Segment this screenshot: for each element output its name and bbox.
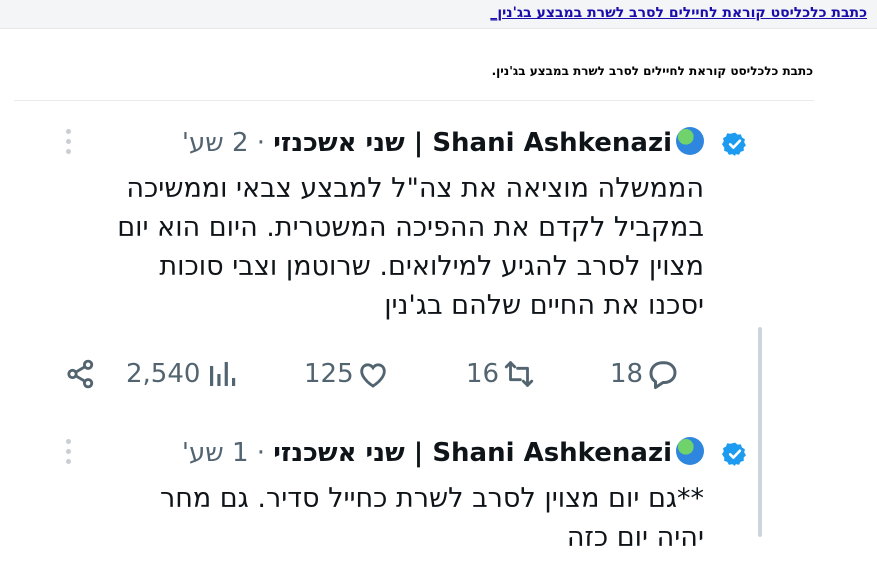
retweet-button[interactable]: 16 (466, 354, 537, 394)
reply-button[interactable]: 18 (610, 354, 681, 394)
verified-badge-icon (722, 442, 746, 466)
author-name[interactable]: Shani Ashkenazi | שני אשכנזי (273, 128, 672, 158)
like-icon (359, 363, 386, 388)
scrollbar[interactable] (758, 327, 762, 537)
views-button[interactable]: 2,540 (126, 354, 238, 394)
views-count: 2,540 (126, 359, 201, 389)
replies-count: 18 (610, 359, 644, 389)
tweet-line: יהיה יום כזה (566, 522, 704, 553)
tweet-line: במקביל לקדם את ההפיכה המשטרית. היום הוא … (117, 212, 704, 243)
tweet-line: **גם יום מצוין לסרב לשרת כחייל סדיר. גם … (159, 483, 704, 514)
globe-emoji-icon (676, 437, 704, 465)
views-icon (210, 362, 236, 386)
tweet-line: יסכנו את החיים שלהם בג'נין (384, 290, 704, 321)
tweet-author-line: Shani Ashkenazi | שני אשכנזי · 1 שע' (182, 435, 704, 471)
retweet-icon (504, 361, 534, 387)
tweet-time[interactable]: 1 שע' (182, 438, 249, 468)
separator-dot: · (256, 438, 266, 468)
separator-dot: · (256, 128, 266, 158)
more-options-icon[interactable] (66, 129, 72, 155)
tweet-text: **גם יום מצוין לסרב לשרת כחייל סדיר. גם … (14, 479, 704, 557)
tweet-line: מצוין לסרב להגיע למילואים. שרוטמן וצבי ס… (159, 251, 704, 282)
share-icon (67, 359, 94, 389)
reply-icon (649, 361, 677, 389)
tweet-author-line: Shani Ashkenazi | שני אשכנזי · 2 שע' (182, 125, 704, 161)
likes-count: 125 (304, 359, 354, 389)
page-caption: כתבת כלכליסט קוראת לחיילים לסרב לשרת במב… (491, 64, 813, 78)
like-button[interactable]: 125 (304, 354, 390, 394)
globe-emoji-icon (676, 127, 704, 155)
tweet-time[interactable]: 2 שע' (182, 128, 249, 158)
verified-badge-icon (722, 132, 746, 156)
tweet-actions: 2,540 125 16 18 (14, 354, 714, 394)
tweet-embed: Shani Ashkenazi | שני אשכנזי · 2 שע' הממ… (14, 101, 814, 579)
tweet-header: Shani Ashkenazi | שני אשכנזי · 2 שע' (14, 125, 764, 165)
tweet-text: הממשלה מוציאה את צה"ל למבצע צבאי וממשיכה… (14, 169, 704, 325)
author-name[interactable]: Shani Ashkenazi | שני אשכנזי (273, 438, 672, 468)
tweet-line: הממשלה מוציאה את צה"ל למבצע צבאי וממשיכה (126, 173, 704, 204)
share-button[interactable] (64, 354, 98, 394)
top-bar: כתבת כלכליסט קוראת לחיילים לסרב לשרת במב… (0, 0, 877, 29)
tweet-header: Shani Ashkenazi | שני אשכנזי · 1 שע' (14, 435, 764, 475)
retweets-count: 16 (466, 359, 500, 389)
more-options-icon[interactable] (66, 439, 72, 465)
article-link[interactable]: כתבת כלכליסט קוראת לחיילים לסרב לשרת במב… (490, 5, 867, 21)
